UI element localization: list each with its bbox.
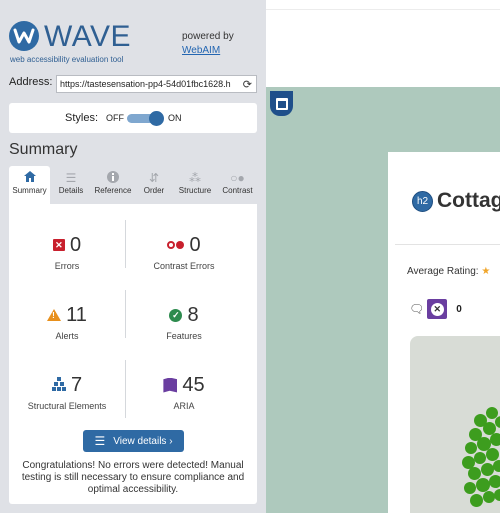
recipe-heading: h2 Cottag bbox=[412, 189, 500, 213]
tab-details[interactable]: ☰ Details bbox=[52, 166, 90, 204]
tab-contrast[interactable]: ○● Contrast bbox=[218, 166, 257, 204]
wave-logo-icon bbox=[9, 21, 39, 51]
styles-off-label: OFF bbox=[106, 113, 124, 123]
contrast-icon: ○● bbox=[230, 171, 245, 185]
errors-stat[interactable]: ✕ 0 Errors bbox=[9, 232, 125, 271]
tab-label: Summary bbox=[12, 186, 47, 195]
structural-stat[interactable]: 7 Structural Elements bbox=[9, 372, 125, 412]
styles-toggle-knob bbox=[149, 111, 164, 126]
contrast-errors-stat[interactable]: 0 Contrast Errors bbox=[126, 232, 242, 272]
rating-label: Average Rating: bbox=[407, 266, 479, 277]
h2-badge-icon[interactable]: h2 bbox=[412, 190, 433, 212]
summary-panel: ✕ 0 Errors 0 Contrast Errors ! 11 Alerts… bbox=[9, 204, 257, 504]
tab-summary[interactable]: Summary bbox=[9, 166, 50, 204]
star-icon: ★ bbox=[481, 266, 491, 277]
aria-icon bbox=[163, 377, 178, 393]
browser-strip bbox=[266, 0, 500, 10]
home-icon bbox=[9, 166, 50, 186]
page-header-area bbox=[266, 11, 500, 86]
wave-region-icon[interactable] bbox=[270, 91, 293, 116]
contrast-errors-count: 0 bbox=[189, 233, 201, 256]
address-input[interactable]: https://tastesensation-pp4-54d01fbc1628.… bbox=[56, 75, 257, 93]
alerts-stat[interactable]: ! 11 Alerts bbox=[9, 302, 125, 341]
divider bbox=[395, 244, 500, 245]
recipe-card: h2 Cottag Average Rating: ★ 🗨 ✕ 0 bbox=[388, 152, 500, 513]
comments-icon: 🗨 bbox=[409, 302, 425, 316]
aria-hidden-icon[interactable]: ✕ bbox=[427, 299, 448, 319]
recipe-photo bbox=[410, 336, 500, 513]
address-label: Address: bbox=[9, 76, 53, 88]
wave-logo-text: WAVE bbox=[44, 20, 132, 53]
aria-count: 45 bbox=[182, 373, 205, 396]
congrats-message: Congratulations! No errors were detected… bbox=[21, 460, 245, 495]
features-count: 8 bbox=[187, 303, 199, 326]
features-stat[interactable]: ✓ 8 Features bbox=[126, 302, 242, 342]
tab-label: Order bbox=[143, 186, 165, 195]
recipe-title: Cottag bbox=[437, 189, 500, 212]
comment-count: 0 bbox=[456, 303, 462, 315]
styles-on-label: ON bbox=[168, 113, 182, 123]
tab-label: Contrast bbox=[222, 186, 253, 195]
list-icon: ☰ bbox=[65, 171, 77, 185]
styles-label: Styles: bbox=[65, 112, 99, 124]
wave-sidebar: WAVE web accessibility evaluation tool p… bbox=[0, 0, 266, 513]
contrast-errors-label: Contrast Errors bbox=[153, 261, 215, 271]
structural-count: 7 bbox=[70, 373, 83, 396]
wave-logo-subtitle: web accessibility evaluation tool bbox=[10, 55, 124, 64]
view-details-button[interactable]: ☰ View details › bbox=[83, 430, 184, 452]
tab-label: Details bbox=[58, 186, 84, 195]
error-icon: ✕ bbox=[52, 239, 65, 251]
styles-toggle[interactable] bbox=[127, 111, 164, 126]
tab-reference[interactable]: Reference bbox=[91, 166, 135, 204]
powered-by-text: powered by bbox=[182, 31, 234, 42]
structural-label: Structural Elements bbox=[27, 401, 107, 411]
structure-icon bbox=[51, 376, 66, 394]
errors-count: 0 bbox=[69, 233, 82, 256]
reload-icon[interactable]: ⟳ bbox=[243, 78, 252, 91]
aria-label: ARIA bbox=[173, 401, 195, 411]
styles-toggle-box: Styles: OFF ON bbox=[9, 103, 257, 133]
alerts-label: Alerts bbox=[55, 331, 79, 341]
list-icon: ☰ bbox=[94, 434, 106, 448]
feature-icon: ✓ bbox=[169, 308, 183, 322]
powered-by: powered by WebAIM bbox=[182, 30, 234, 58]
wave-tabs: Summary ☰ Details Reference ⇵ Order ⁂ St… bbox=[9, 166, 257, 204]
aria-stat[interactable]: 45 ARIA bbox=[126, 372, 242, 411]
alert-icon: ! bbox=[47, 309, 62, 321]
contrast-error-icon bbox=[167, 241, 185, 249]
webaim-link[interactable]: WebAIM bbox=[182, 44, 234, 58]
order-icon: ⇵ bbox=[148, 171, 160, 185]
comments-row: 🗨 ✕ 0 bbox=[409, 299, 462, 319]
tab-label: Reference bbox=[94, 186, 132, 195]
average-rating: Average Rating: ★ bbox=[407, 266, 490, 277]
info-icon bbox=[91, 166, 135, 186]
structure-icon: ⁂ bbox=[189, 171, 201, 185]
summary-title: Summary bbox=[9, 141, 78, 158]
view-details-label: View details › bbox=[113, 435, 173, 447]
alerts-count: 11 bbox=[66, 303, 87, 326]
address-value: https://tastesensation-pp4-54d01fbc1628.… bbox=[60, 79, 231, 89]
tab-label: Structure bbox=[178, 186, 212, 195]
errors-label: Errors bbox=[54, 261, 80, 271]
features-label: Features bbox=[166, 331, 202, 341]
tab-structure[interactable]: ⁂ Structure bbox=[174, 166, 216, 204]
tab-order[interactable]: ⇵ Order bbox=[138, 166, 170, 204]
